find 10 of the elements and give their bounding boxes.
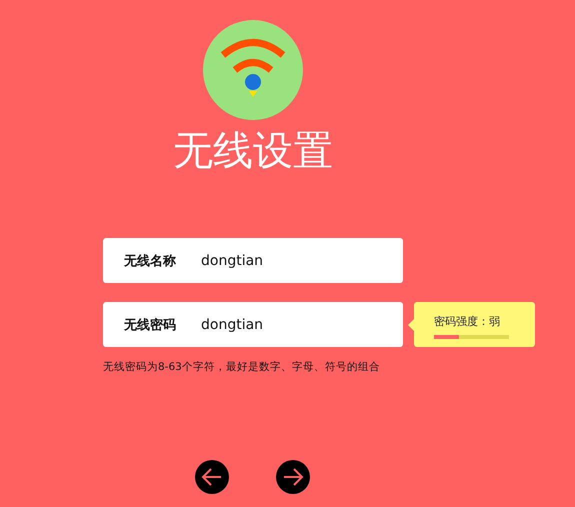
input-field[interactable]: 无线密码 dongtian <box>103 302 403 347</box>
back-button[interactable] <box>195 460 229 494</box>
password-hint: 无线密码为8-63个字符，最好是数字、字母、符号的组合 <box>103 360 381 374</box>
wifi-logo-icon <box>203 20 303 120</box>
page-title: 无线设置 <box>172 127 334 176</box>
next-button[interactable] <box>276 460 310 494</box>
strength-label: 密码强度：弱 <box>434 314 500 329</box>
input-field[interactable]: 无线名称 dongtian <box>103 238 403 283</box>
left-arrow-icon <box>201 466 223 488</box>
right-arrow-icon <box>282 466 304 488</box>
